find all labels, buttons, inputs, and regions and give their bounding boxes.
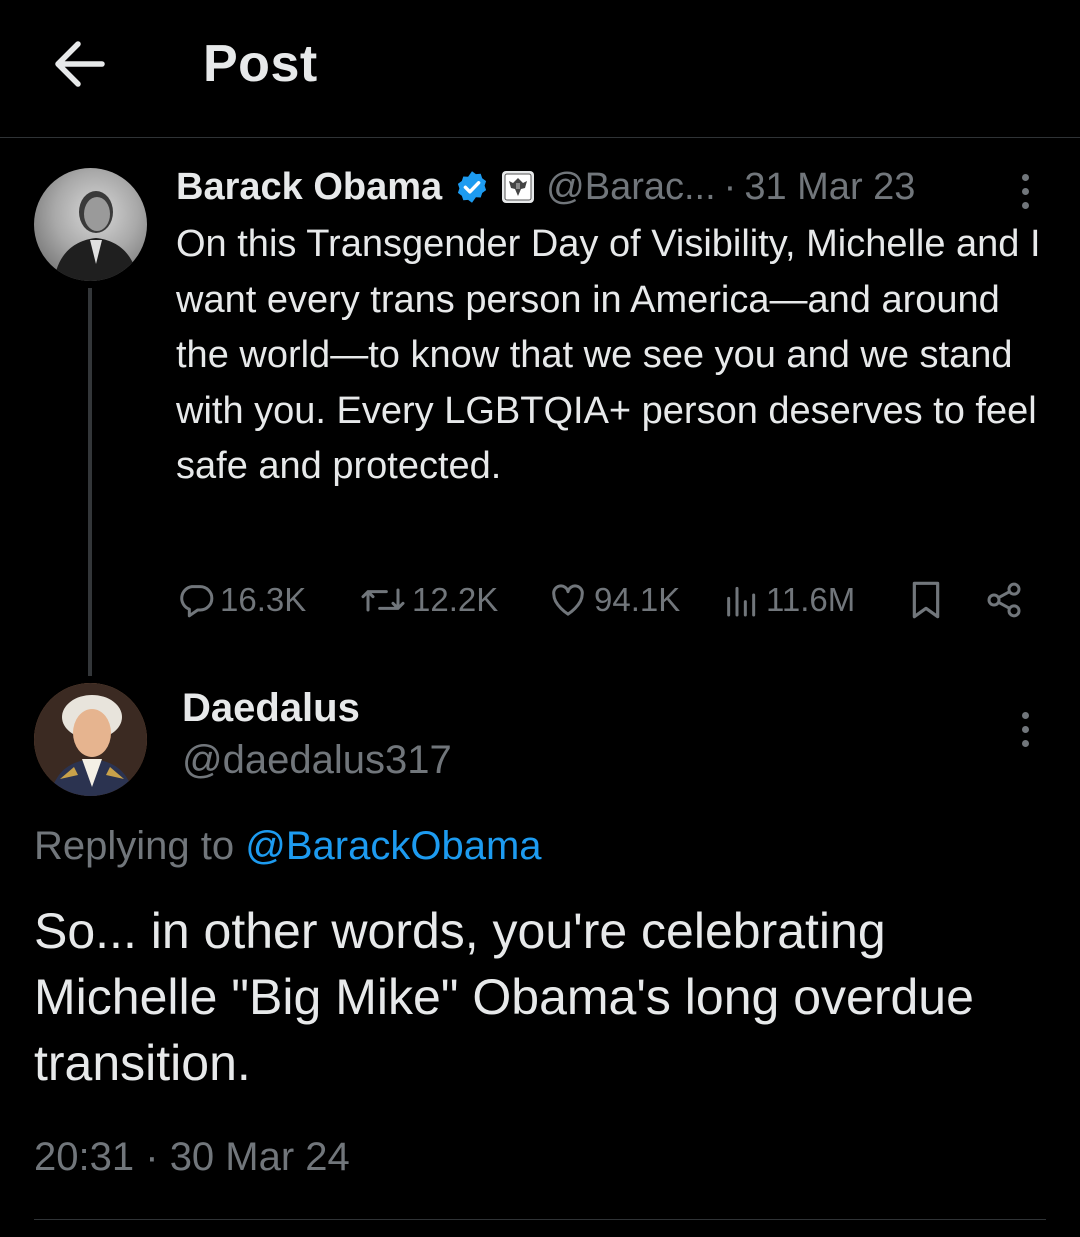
- thread-connector-line: [88, 288, 92, 676]
- reply-button[interactable]: 16.3K: [176, 572, 306, 628]
- views-button[interactable]: 11.6M: [722, 572, 855, 628]
- more-dot-icon: [1021, 173, 1029, 181]
- separator-dot: ·: [145, 1135, 159, 1179]
- separator-dot: ·: [723, 165, 737, 208]
- repost-count: 12.2K: [412, 581, 499, 618]
- parent-tweet-text: On this Transgender Day of Visibility, M…: [176, 223, 1041, 487]
- avatar-image: [54, 191, 138, 281]
- reply-display-name[interactable]: Daedalus: [182, 686, 360, 731]
- reply-timestamp: 20:31 · 30 Mar 24: [34, 1135, 350, 1180]
- parent-handle[interactable]: @Barac...: [546, 166, 716, 209]
- more-dot-icon: [1021, 711, 1029, 719]
- reply-icon: [180, 585, 214, 618]
- verified-badge-icon: [454, 169, 490, 205]
- like-button[interactable]: 94.1K: [546, 572, 680, 628]
- back-button[interactable]: [50, 36, 110, 92]
- repost-button[interactable]: 12.2K: [358, 572, 498, 628]
- avatar-barack-obama[interactable]: [34, 168, 147, 281]
- parent-tweet-actions: 16.3K 12.2K 94.1K 11.6M: [176, 572, 1036, 628]
- heart-icon: [552, 584, 584, 616]
- more-dot-icon: [1021, 201, 1029, 209]
- parent-display-name[interactable]: Barack Obama: [176, 166, 442, 209]
- top-bar: Post: [0, 0, 1080, 138]
- bookmark-button[interactable]: [906, 572, 946, 628]
- replying-to-line: Replying to @BarackObama: [34, 824, 542, 869]
- analytics-icon: [727, 586, 756, 617]
- share-icon: [987, 582, 1021, 618]
- view-count: 11.6M: [766, 581, 856, 618]
- parent-tweet-header: Barack Obama @Barac... · 31 Mar 23: [176, 164, 915, 210]
- more-dot-icon: [1021, 739, 1029, 747]
- like-count: 94.1K: [594, 581, 681, 618]
- more-options-button[interactable]: [1010, 166, 1040, 216]
- avatar-image: [34, 683, 147, 796]
- reply-text: So... in other words, you're celebrating…: [34, 903, 974, 1091]
- bookmark-icon: [912, 581, 940, 619]
- page-title: Post: [203, 35, 318, 93]
- reply-count: 16.3K: [220, 581, 307, 618]
- reply-more-options-button[interactable]: [1010, 704, 1040, 754]
- share-button[interactable]: [984, 572, 1024, 628]
- arrow-left-icon: [55, 41, 105, 87]
- replying-to-label: Replying to: [34, 824, 235, 868]
- avatar-daedalus[interactable]: [34, 683, 147, 796]
- reply-date[interactable]: 30 Mar 24: [170, 1135, 350, 1179]
- reply-handle[interactable]: @daedalus317: [182, 738, 452, 783]
- repost-icon: [361, 588, 405, 612]
- reply-time[interactable]: 20:31: [34, 1135, 134, 1179]
- replying-to-mention-link[interactable]: @BarackObama: [245, 824, 541, 868]
- parent-date[interactable]: 31 Mar 23: [744, 166, 915, 209]
- divider: [34, 1219, 1046, 1220]
- more-dot-icon: [1021, 725, 1029, 733]
- more-dot-icon: [1021, 187, 1029, 195]
- government-seal-icon: [500, 169, 536, 205]
